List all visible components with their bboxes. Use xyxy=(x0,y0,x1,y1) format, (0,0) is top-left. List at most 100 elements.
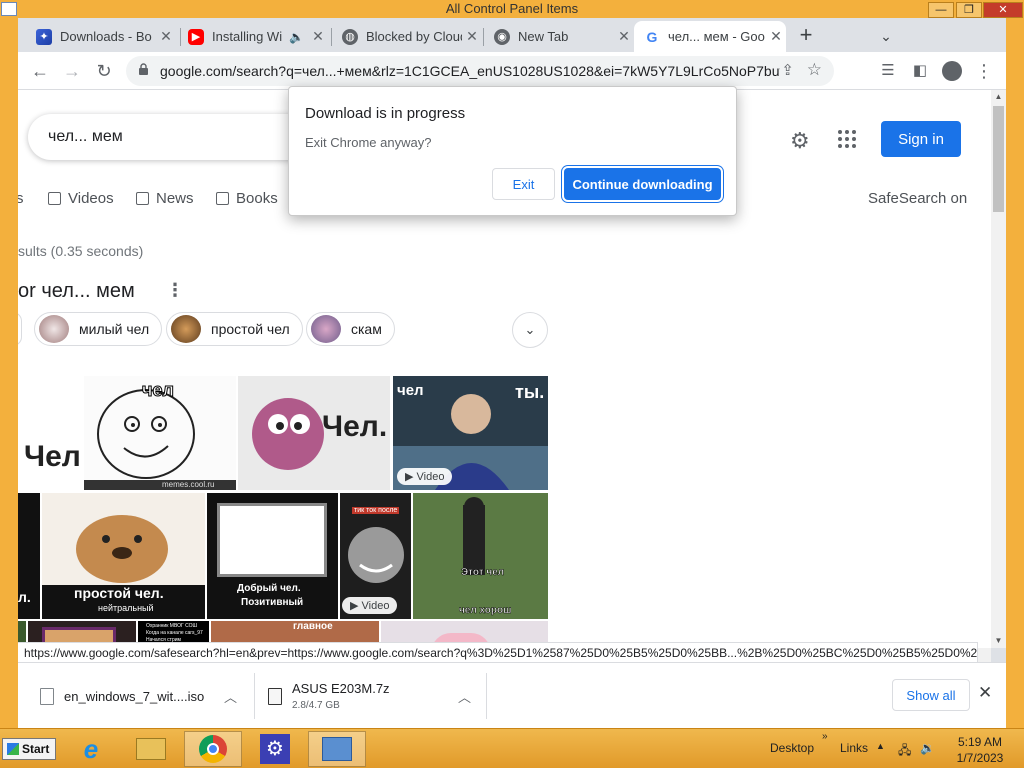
internet-explorer-icon[interactable]: e xyxy=(62,731,120,767)
chip-prostoy-chel[interactable]: простой чел xyxy=(166,312,303,346)
start-button[interactable]: Start xyxy=(2,738,56,760)
tab-google-search[interactable]: G чел... мем - Goo ✕ xyxy=(634,21,786,52)
settings-gear-icon[interactable]: ⚙ xyxy=(246,731,304,767)
scroll-down-icon[interactable]: ▼ xyxy=(991,634,1006,648)
chevron-up-icon[interactable]: ︿ xyxy=(224,687,237,706)
image-result[interactable]: тик ток после ▶ Video xyxy=(340,493,411,619)
maximize-icon[interactable]: ❐ xyxy=(956,2,982,18)
image-result[interactable]: Чел. xyxy=(238,376,390,490)
close-tab-icon[interactable]: ✕ xyxy=(462,28,482,45)
download-item-windows-iso[interactable]: en_windows_7_wit....iso xyxy=(40,675,204,717)
reload-icon[interactable]: ↻ xyxy=(92,59,116,83)
archive-icon xyxy=(268,687,282,705)
dialog-title: Download is in progress xyxy=(305,105,466,122)
vertical-scrollbar[interactable]: ▲ ▼ xyxy=(991,90,1006,648)
chip-thumbnail xyxy=(311,315,341,343)
image-result[interactable]: Чел xyxy=(18,376,82,490)
gear-icon[interactable]: ⚙ xyxy=(790,128,810,154)
network-icon[interactable]: 🖧 xyxy=(898,741,911,762)
forward-icon[interactable]: → xyxy=(60,59,84,83)
window-titlebar[interactable]: All Control Panel Items — ❐ ✕ xyxy=(0,0,1024,18)
url-text[interactable]: google.com/search?q=чел...+мем&rlz=1C1GC… xyxy=(160,63,780,79)
youtube-icon: ▶ xyxy=(188,28,204,45)
chevron-down-icon[interactable]: ⌄ xyxy=(512,312,548,348)
chip-thumbnail xyxy=(39,315,69,343)
exit-button[interactable]: Exit xyxy=(492,168,555,200)
tab-installing[interactable]: ▶ Installing Wi 🔈 ✕ xyxy=(178,21,328,52)
safesearch-toggle[interactable]: SafeSearch on xyxy=(868,190,967,207)
nav-item-all[interactable]: s xyxy=(18,190,24,207)
download-shelf: en_windows_7_wit....iso ︿ ASUS E203M.7z … xyxy=(18,662,1006,728)
menu-icon[interactable]: ⋮ xyxy=(972,59,996,83)
system-clock[interactable]: 5:19 AM 1/7/2023 xyxy=(950,734,1010,766)
share-icon[interactable]: ⇪ xyxy=(781,61,794,79)
download-in-progress-dialog: Download is in progress Exit Chrome anyw… xyxy=(288,86,737,216)
nav-item-books[interactable]: Books xyxy=(216,190,278,207)
tab-new-tab[interactable]: ◉ New Tab ✕ xyxy=(484,21,634,52)
nav-item-news[interactable]: News xyxy=(136,190,194,207)
sign-in-button[interactable]: Sign in xyxy=(881,121,961,157)
search-input[interactable]: чел... мем xyxy=(28,114,328,160)
speaker-icon[interactable]: 🔈 xyxy=(289,30,304,44)
close-tab-icon[interactable]: ✕ xyxy=(614,28,634,45)
file-explorer-icon[interactable] xyxy=(122,731,180,767)
chip-mily-chel[interactable]: милый чел xyxy=(34,312,163,346)
links-toolbar[interactable]: Links xyxy=(840,741,868,755)
image-result[interactable]: простой чел. нейтральный xyxy=(42,493,205,619)
chevron-icon[interactable]: » xyxy=(822,731,828,742)
download-item-asus[interactable]: ASUS E203M.7z 2.8/4.7 GB xyxy=(268,675,390,717)
star-icon[interactable]: ☆ xyxy=(807,60,822,80)
google-icon: G xyxy=(646,28,658,45)
window-close-icon[interactable]: ✕ xyxy=(983,2,1023,18)
windows-logo-icon xyxy=(7,743,19,755)
side-panel-icon[interactable]: ◧ xyxy=(908,59,932,83)
tab-strip: ✦ Downloads - Bo ✕ ▶ Installing Wi 🔈 ✕ ◍… xyxy=(18,18,1006,52)
nav-item-videos[interactable]: Videos xyxy=(48,190,114,207)
globe-icon: ◍ xyxy=(342,28,358,45)
image-result[interactable]: Добрый чел. Позитивный xyxy=(207,493,338,619)
news-icon xyxy=(136,192,149,205)
browser-toolbar: ← → ↻ google.com/search?q=чел...+мем&rlz… xyxy=(18,52,1006,90)
image-result[interactable]: л. xyxy=(18,493,40,619)
chrome-icon: ◉ xyxy=(494,28,510,45)
show-all-button[interactable]: Show all xyxy=(892,679,970,711)
control-panel-taskbar-icon[interactable] xyxy=(308,731,366,767)
more-options-icon[interactable]: ⋮ xyxy=(166,280,184,301)
images-heading: or чел... мем xyxy=(18,280,135,302)
chip-partial[interactable] xyxy=(18,312,22,346)
chip-thumbnail xyxy=(171,315,201,343)
close-tab-icon[interactable]: ✕ xyxy=(308,28,328,45)
back-icon[interactable]: ← xyxy=(28,59,52,83)
scroll-up-icon[interactable]: ▲ xyxy=(991,90,1006,104)
result-stats: sults (0.35 seconds) xyxy=(18,243,144,259)
image-result[interactable]: Этот чел чел хорош xyxy=(413,493,548,619)
new-tab-icon[interactable]: + xyxy=(794,24,818,48)
tab-blocked[interactable]: ◍ Blocked by Cloud ✕ xyxy=(332,21,482,52)
video-badge: ▶ Video xyxy=(397,468,453,485)
address-bar[interactable]: google.com/search?q=чел...+мем&rlz=1C1GC… xyxy=(126,56,834,86)
chrome-taskbar-icon[interactable] xyxy=(184,731,242,767)
close-tab-icon[interactable]: ✕ xyxy=(766,28,786,45)
lock-icon[interactable] xyxy=(138,63,149,76)
tray-arrow-icon[interactable]: ▲ xyxy=(876,741,885,751)
desktop-toolbar[interactable]: Desktop xyxy=(770,741,814,755)
apps-grid-icon[interactable] xyxy=(838,130,856,148)
tab-downloads[interactable]: ✦ Downloads - Bo ✕ xyxy=(26,21,176,52)
bolt-favicon-icon: ✦ xyxy=(36,28,52,45)
volume-icon[interactable]: 🔉 xyxy=(920,741,935,755)
chevron-down-icon[interactable]: ⌄ xyxy=(874,24,898,48)
chip-skam[interactable]: скам xyxy=(306,312,395,346)
chevron-up-icon[interactable]: ︿ xyxy=(458,687,471,706)
continue-downloading-button[interactable]: Continue downloading xyxy=(564,168,721,200)
file-icon xyxy=(40,687,54,705)
play-icon xyxy=(48,192,61,205)
minimize-icon[interactable]: — xyxy=(928,2,954,18)
profile-icon[interactable] xyxy=(940,59,964,83)
image-result[interactable]: чел ты. ▶ Video xyxy=(393,376,548,490)
taskbar: Start e ⚙ Desktop » Links ▲ 🖧 🔉 5:19 AM … xyxy=(0,728,1024,768)
close-icon[interactable]: ✕ xyxy=(978,683,992,703)
close-tab-icon[interactable]: ✕ xyxy=(156,28,176,45)
image-result[interactable]: чел memes.cool.ru xyxy=(84,376,236,490)
reading-list-icon[interactable]: ☰ xyxy=(876,59,900,83)
scrollbar-thumb[interactable] xyxy=(993,106,1004,212)
